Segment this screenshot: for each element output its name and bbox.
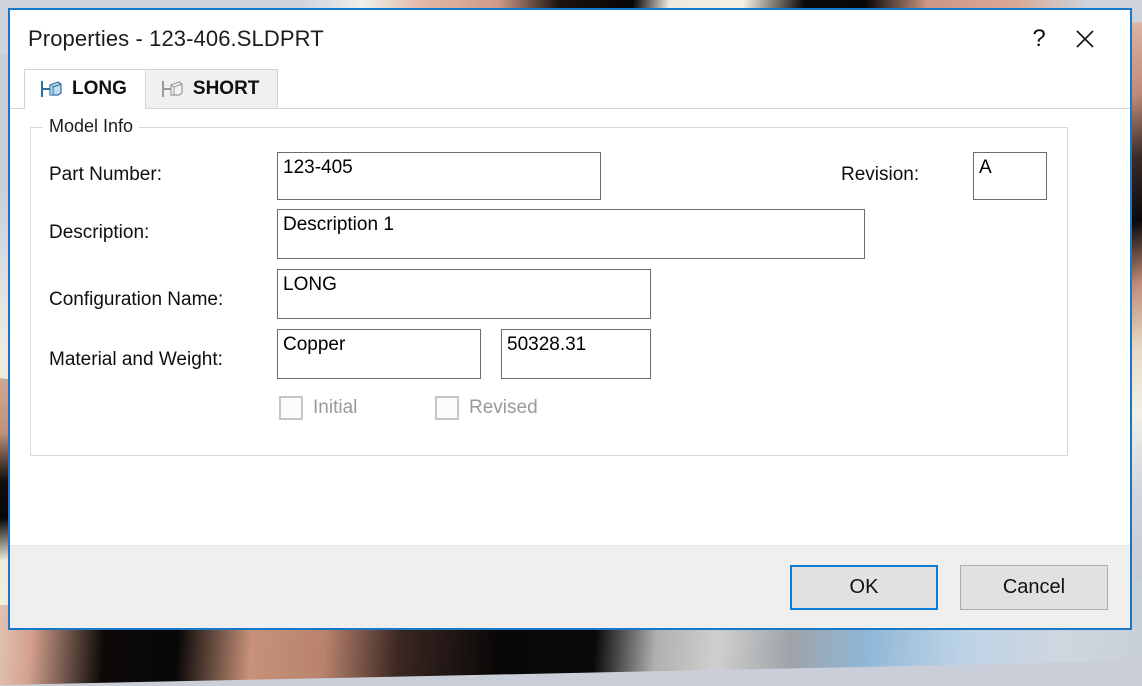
ok-button[interactable]: OK bbox=[790, 564, 938, 610]
close-button[interactable] bbox=[1062, 10, 1108, 68]
revised-checkbox[interactable]: Revised bbox=[435, 396, 538, 420]
tab-long[interactable]: LONG bbox=[24, 69, 146, 109]
revision-label: Revision: bbox=[841, 164, 920, 185]
tab-strip: LONG SHORT bbox=[10, 68, 1130, 109]
titlebar-buttons: ? bbox=[1016, 10, 1130, 68]
question-mark-icon: ? bbox=[1032, 25, 1046, 52]
close-icon bbox=[1076, 30, 1094, 48]
initial-checkbox-label: Initial bbox=[313, 397, 358, 418]
part-number-input[interactable]: 123-405 bbox=[277, 152, 601, 200]
weight-input[interactable]: 50328.31 bbox=[501, 329, 651, 379]
part-number-label: Part Number: bbox=[49, 164, 162, 185]
tab-short[interactable]: SHORT bbox=[144, 69, 279, 108]
properties-dialog: Properties - 123-406.SLDPRT ? LONG SHORT… bbox=[8, 8, 1132, 630]
help-button[interactable]: ? bbox=[1016, 10, 1062, 68]
configuration-name-input[interactable]: LONG bbox=[277, 269, 651, 319]
configuration-icon bbox=[41, 81, 62, 97]
checkbox-box-icon bbox=[435, 396, 459, 420]
material-input[interactable]: Copper bbox=[277, 329, 481, 379]
tab-short-label: SHORT bbox=[192, 78, 260, 99]
description-input[interactable]: Description 1 bbox=[277, 209, 865, 259]
model-info-group-title: Model Info bbox=[43, 116, 140, 137]
tab-content-long: Model Info Part Number: 123-405 Revision… bbox=[10, 108, 1130, 545]
material-and-weight-label: Material and Weight: bbox=[49, 349, 223, 370]
configuration-icon bbox=[161, 81, 183, 97]
revised-checkbox-label: Revised bbox=[469, 397, 538, 418]
titlebar: Properties - 123-406.SLDPRT ? bbox=[10, 10, 1130, 68]
description-label: Description: bbox=[49, 222, 150, 243]
checkbox-box-icon bbox=[279, 396, 303, 420]
configuration-name-label: Configuration Name: bbox=[49, 289, 224, 310]
window-title: Properties - 123-406.SLDPRT bbox=[28, 26, 324, 51]
cancel-button[interactable]: Cancel bbox=[960, 564, 1108, 610]
revision-input[interactable]: A bbox=[973, 152, 1047, 200]
model-info-group: Model Info Part Number: 123-405 Revision… bbox=[30, 116, 1068, 456]
initial-checkbox[interactable]: Initial bbox=[279, 396, 357, 420]
tab-long-label: LONG bbox=[72, 78, 127, 99]
dialog-footer: OK Cancel bbox=[10, 545, 1130, 628]
